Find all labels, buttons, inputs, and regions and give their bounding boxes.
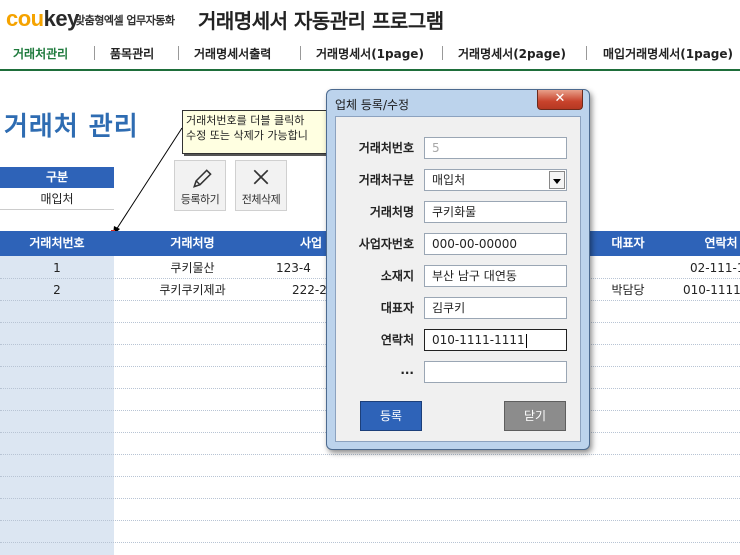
field-label-etc: ... — [400, 363, 414, 377]
address-input[interactable]: 부산 남구 대연동 — [424, 265, 567, 287]
close-icon — [253, 169, 269, 185]
category-value[interactable]: 매입처 — [0, 188, 114, 210]
phone-input-value: 010-1111-1111 — [432, 333, 525, 347]
main-nav: 거래처관리 품목관리 거래명세서출력 거래명세서(1page) 거래명세서(2p… — [0, 38, 740, 71]
brand-right: key — [43, 6, 80, 31]
text-caret — [525, 333, 527, 348]
field-label-client-type: 거래처구분 — [358, 173, 414, 187]
dialog-close-button[interactable]: ✕ — [537, 90, 583, 110]
nav-item-product-mgmt[interactable]: 품목관리 — [110, 45, 154, 62]
nav-item-purchase-invoice[interactable]: 매입거래명세서(1page) — [603, 45, 733, 62]
biz-no-input[interactable]: 000-00-00000 — [424, 233, 567, 255]
cell-client-name[interactable]: 쿠키물산 — [114, 258, 271, 278]
pencil-icon — [193, 169, 212, 188]
nav-item-client-mgmt[interactable]: 거래처관리 — [13, 45, 68, 62]
delete-all-button-label: 전체삭제 — [241, 193, 281, 206]
client-type-select[interactable]: 매입처 — [424, 169, 567, 191]
client-name-input[interactable]: 쿠키화물 — [424, 201, 567, 223]
row-divider — [0, 476, 740, 477]
client-type-value: 매입처 — [432, 173, 466, 187]
nav-separator — [442, 46, 443, 60]
brand-left: cou — [6, 6, 44, 31]
dialog-cancel-button[interactable]: 닫기 — [504, 401, 566, 431]
client-no-input[interactable]: 5 — [424, 137, 567, 159]
delete-all-button[interactable]: 전체삭제 — [235, 160, 287, 211]
field-label-client-name: 거래처명 — [369, 205, 414, 219]
client-edit-dialog: 업체 등록/수정 ✕ 거래처번호 5 거래처구분 매입처 거래처명 쿠키화물 사… — [326, 89, 590, 450]
brand-logo: coukey — [6, 6, 79, 32]
column-header-client-name: 거래처명 — [170, 236, 215, 250]
column-header-phone: 연락처 — [704, 236, 738, 250]
row-divider — [0, 454, 740, 455]
app-title: 거래명세서 자동관리 프로그램 — [198, 9, 444, 33]
cell-phone[interactable]: 02-111-1 — [690, 258, 740, 278]
phone-input[interactable]: 010-1111-1111 — [424, 329, 567, 351]
page-title: 거래처 관리 — [4, 112, 139, 142]
row-divider — [0, 542, 740, 543]
nav-item-invoice-2page[interactable]: 거래명세서(2page) — [458, 45, 566, 62]
category-header: 구분 — [0, 167, 114, 188]
nav-separator — [94, 46, 95, 60]
chevron-down-icon[interactable] — [549, 171, 565, 189]
cell-client-no[interactable]: 1 — [0, 258, 114, 278]
nav-separator — [300, 46, 301, 60]
dialog-body: 거래처번호 5 거래처구분 매입처 거래처명 쿠키화물 사업자번호 000-00… — [335, 116, 581, 442]
row-divider — [0, 498, 740, 499]
row-divider — [0, 520, 740, 521]
app-header: coukey 맞춤형엑셀 업무자동화 거래명세서 자동관리 프로그램 — [0, 0, 740, 36]
cell-biz-no[interactable]: 123-4 — [276, 258, 326, 278]
brand-tagline: 맞춤형엑셀 업무자동화 — [75, 14, 175, 27]
nav-underline — [0, 69, 740, 71]
field-label-phone: 연락처 — [380, 333, 414, 347]
register-button-label: 등록하기 — [180, 193, 220, 206]
nav-item-invoice-print[interactable]: 거래명세서출력 — [194, 45, 271, 62]
field-label-ceo: 대표자 — [380, 301, 414, 315]
nav-separator — [586, 46, 587, 60]
dialog-register-button[interactable]: 등록 — [360, 401, 422, 431]
cell-biz-no[interactable]: 222-2 — [292, 280, 328, 300]
field-label-biz-no: 사업자번호 — [358, 237, 414, 251]
nav-separator — [178, 46, 179, 60]
field-label-client-no: 거래처번호 — [358, 141, 414, 155]
field-label-address: 소재지 — [380, 269, 414, 283]
cell-phone[interactable]: 010-1111- — [683, 280, 740, 300]
register-button[interactable]: 등록하기 — [174, 160, 226, 211]
cell-client-no[interactable]: 2 — [0, 280, 114, 300]
dialog-title: 업체 등록/수정 — [335, 98, 410, 112]
column-header-ceo: 대표자 — [611, 236, 645, 250]
help-note: 거래처번호를 더블 클릭하 수정 또는 삭제가 가능합니 — [182, 110, 332, 154]
help-note-line: 수정 또는 삭제가 가능합니 — [186, 129, 308, 142]
etc-input[interactable] — [424, 361, 567, 383]
nav-item-invoice-1page[interactable]: 거래명세서(1page) — [316, 45, 424, 62]
cell-ceo[interactable]: 박담당 — [590, 280, 666, 300]
cell-client-name[interactable]: 쿠키쿠키제과 — [114, 280, 271, 300]
cell-ceo[interactable] — [590, 258, 666, 278]
column-header-client-no: 거래처번호 — [29, 236, 85, 250]
ceo-input[interactable]: 김쿠키 — [424, 297, 567, 319]
help-note-line: 거래처번호를 더블 클릭하 — [186, 114, 305, 127]
